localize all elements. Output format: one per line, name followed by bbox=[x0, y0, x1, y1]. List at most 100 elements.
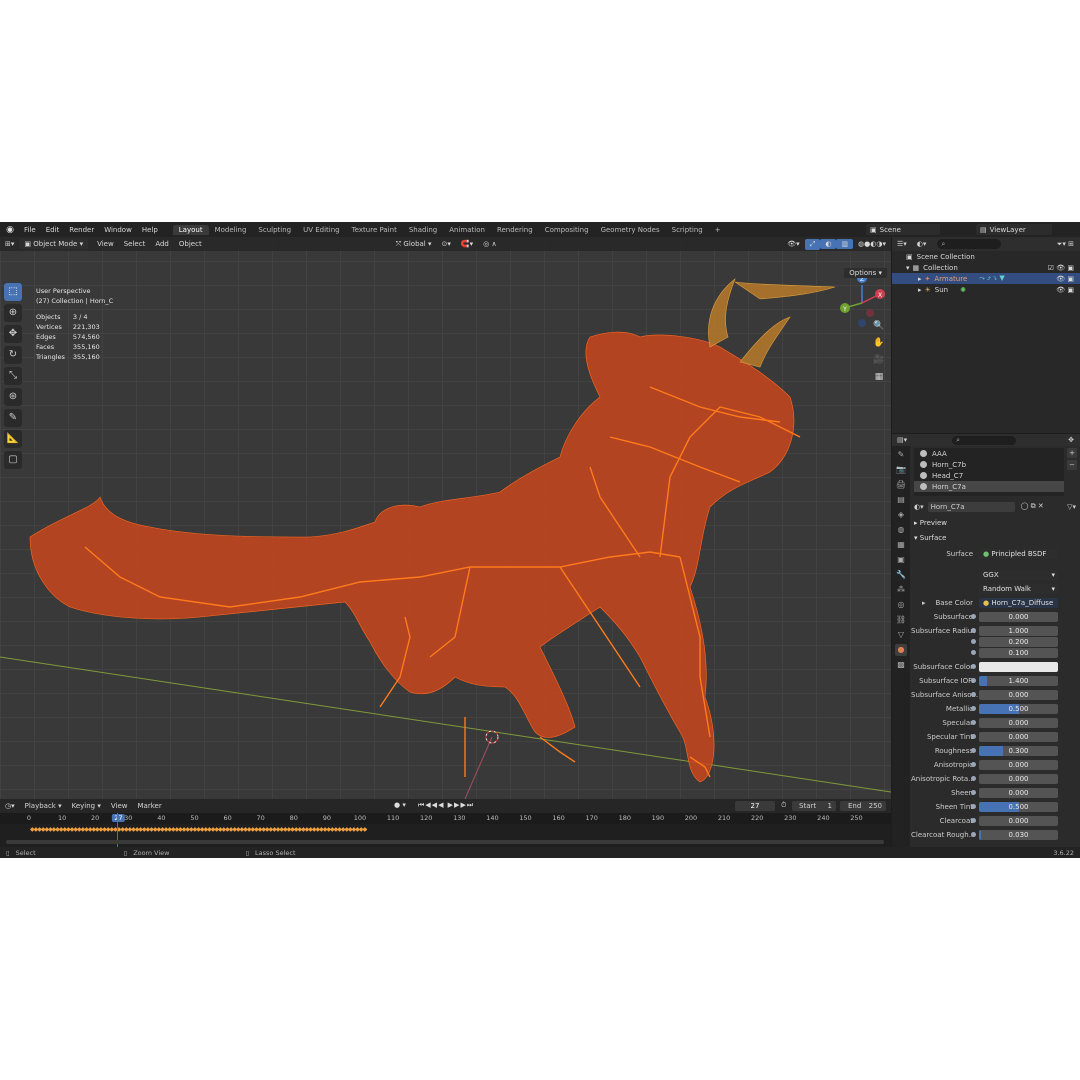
properties-panel[interactable]: ▤▾ ⌕ ✥ ✎ 📷 🖨 ▤ ◈ ◍ ▦ ▣ 🔧 ⁂ ◎ ⛓ ▽ ● ▩ AAA… bbox=[892, 434, 1080, 858]
filter-icon[interactable]: ⏷▾ ⊞ bbox=[1051, 240, 1080, 249]
modifier-tab-icon[interactable]: 🔧 bbox=[895, 569, 907, 581]
options-dropdown[interactable]: Options ▾ bbox=[844, 268, 887, 278]
menu-add[interactable]: Add bbox=[150, 239, 174, 249]
shader-input-field[interactable]: 0.100 bbox=[979, 648, 1058, 658]
timeline-editor[interactable]: ◷▾ Playback ▾ Keying ▾ View Marker ● ▾ ⏮… bbox=[0, 799, 891, 847]
keyframe-dot-icon[interactable] bbox=[971, 790, 976, 795]
surface-panel-header[interactable]: ▾ Surface bbox=[914, 533, 1076, 544]
stopwatch-icon[interactable]: ⏱ bbox=[781, 801, 786, 810]
keyframe-dot-icon[interactable] bbox=[971, 706, 976, 711]
menu-window[interactable]: Window bbox=[99, 226, 137, 234]
timeline-scrollbar[interactable] bbox=[6, 840, 884, 844]
constraints-tab-icon[interactable]: ⛓ bbox=[895, 614, 907, 626]
tab-shading[interactable]: Shading bbox=[403, 225, 443, 235]
collection-tab-icon[interactable]: ▦ bbox=[895, 539, 907, 551]
collapse-icon[interactable]: ▾ bbox=[906, 264, 910, 272]
measure-tool-icon[interactable]: 📐 bbox=[4, 430, 22, 448]
keyframe-dot-icon[interactable] bbox=[971, 678, 976, 683]
armature-visibility-icons[interactable]: 👁 ▣ bbox=[1056, 275, 1074, 283]
keyframe-dot-icon[interactable] bbox=[971, 818, 976, 823]
keyframe-strip[interactable]: ◆◆◆◆◆◆◆◆◆◆◆◆◆◆◆◆◆◆◆◆◆◆◆◆◆◆◆◆◆◆◆◆◆◆◆◆◆◆◆◆… bbox=[30, 826, 367, 832]
rotate-tool-icon[interactable]: ↻ bbox=[4, 346, 22, 364]
surface-shader-dropdown[interactable]: ● Principled BSDF bbox=[979, 549, 1058, 559]
shader-input-field[interactable]: 0.000 bbox=[979, 732, 1058, 742]
frame-ruler[interactable]: 0 10 20 30 40 50 60 70 80 90 100 110 120 130 140 150 160… bbox=[0, 813, 891, 824]
render-tab-icon[interactable]: 📷 bbox=[895, 464, 907, 476]
material-slot-selected[interactable]: Horn_C7a bbox=[914, 481, 1064, 492]
shader-input-field[interactable] bbox=[979, 662, 1058, 672]
object-tab-icon[interactable]: ▣ bbox=[895, 554, 907, 566]
object-data-tab-icon[interactable]: ▽ bbox=[895, 629, 907, 641]
blender-logo-icon[interactable]: ◉ bbox=[4, 224, 16, 236]
playback-controls-icon[interactable]: ⏮◀◀◀ ▶▶▶⏭ bbox=[418, 801, 474, 810]
gizmo-toggle-icon[interactable]: ⤢ bbox=[804, 238, 821, 250]
shader-input-field[interactable]: 1.000 bbox=[979, 626, 1058, 636]
world-tab-icon[interactable]: ◍ bbox=[895, 524, 907, 536]
pivot-icon[interactable]: ⊙▾ bbox=[437, 239, 456, 249]
tool-tab-icon[interactable]: ✎ bbox=[895, 449, 907, 461]
tab-rendering[interactable]: Rendering bbox=[491, 225, 539, 235]
select-box-tool-icon[interactable]: ⬚ bbox=[4, 283, 22, 301]
outliner-collection[interactable]: ▾ ▦ Collection ☑ 👁 ▣ bbox=[892, 262, 1080, 273]
shader-input-field[interactable]: 0.000 bbox=[979, 690, 1058, 700]
shader-input-field[interactable]: 0.000 bbox=[979, 788, 1058, 798]
menu-playback[interactable]: Playback ▾ bbox=[20, 802, 67, 810]
material-datablock[interactable]: ◐▾ Horn_C7a ◯ ⧉ ✕ ▽▾ bbox=[914, 501, 1076, 512]
current-frame-field[interactable]: 27 bbox=[735, 801, 775, 811]
keyframe-dot-icon[interactable] bbox=[971, 639, 976, 644]
outliner-scene-collection[interactable]: ▣ Scene Collection bbox=[892, 251, 1080, 262]
expand-icon[interactable]: ▸ bbox=[922, 599, 926, 607]
menu-timeline-view[interactable]: View bbox=[106, 802, 133, 810]
outliner-panel[interactable]: ☰▾ ◐▾ ⌕ ⏷▾ ⊞ ▣ Scene Collection ▾ ▦ Coll… bbox=[892, 237, 1080, 433]
keyframe-dot-icon[interactable] bbox=[971, 614, 976, 619]
shader-input-field[interactable]: 0.500 bbox=[979, 802, 1058, 812]
view-layer-selector[interactable]: ▤ ViewLayer bbox=[976, 224, 1052, 235]
snap-icon[interactable]: 🧲▾ bbox=[456, 239, 478, 249]
add-cube-tool-icon[interactable]: ▢ bbox=[4, 451, 22, 469]
start-frame-field[interactable]: Start 1 bbox=[792, 801, 836, 811]
keyframe-dot-icon[interactable] bbox=[971, 720, 976, 725]
scene-tab-icon[interactable]: ◈ bbox=[895, 509, 907, 521]
menu-help[interactable]: Help bbox=[137, 226, 163, 234]
cursor-tool-icon[interactable]: ⊕ bbox=[4, 304, 22, 322]
tab-modeling[interactable]: Modeling bbox=[209, 225, 253, 235]
expand-icon[interactable]: ▸ bbox=[918, 275, 922, 283]
shader-input-field[interactable]: 0.300 bbox=[979, 746, 1058, 756]
tab-uv-editing[interactable]: UV Editing bbox=[297, 225, 346, 235]
particles-tab-icon[interactable]: ⁂ bbox=[895, 584, 907, 596]
keyframe-dot-icon[interactable] bbox=[971, 762, 976, 767]
mode-dropdown[interactable]: ▣ Object Mode ▾ bbox=[19, 239, 89, 249]
menu-edit[interactable]: Edit bbox=[41, 226, 65, 234]
material-slot[interactable]: Horn_C7b bbox=[914, 459, 1064, 470]
material-slot[interactable]: AAA bbox=[914, 448, 1064, 459]
tab-scripting[interactable]: Scripting bbox=[666, 225, 709, 235]
material-slot[interactable]: Head_C7 bbox=[914, 470, 1064, 481]
material-tab-icon[interactable]: ● bbox=[895, 644, 907, 656]
shader-input-field[interactable]: 0.030 bbox=[979, 830, 1058, 840]
tab-geometry-nodes[interactable]: Geometry Nodes bbox=[595, 225, 666, 235]
keyframe-dot-icon[interactable] bbox=[971, 804, 976, 809]
ortho-toggle-icon[interactable]: ▦ bbox=[872, 370, 886, 384]
keyframe-dot-icon[interactable] bbox=[971, 664, 976, 669]
distribution-dropdown[interactable]: GGX ▾ bbox=[979, 570, 1058, 580]
view-layer-tab-icon[interactable]: ▤ bbox=[895, 494, 907, 506]
outliner-editor-type-icon[interactable]: ☰▾ bbox=[892, 240, 912, 248]
tab-layout[interactable]: Layout bbox=[172, 224, 209, 235]
modifier-icons[interactable]: ⤳ ⤴ ⤵ ▼ bbox=[979, 274, 1005, 283]
visibility-icon[interactable]: 👁▾ bbox=[782, 239, 804, 249]
subsurface-method-dropdown[interactable]: Random Walk ▾ bbox=[979, 584, 1058, 594]
material-actions-icon[interactable]: ◯ ⧉ ✕ bbox=[1021, 502, 1044, 511]
keyframe-dot-icon[interactable] bbox=[971, 628, 976, 633]
keyframe-dot-icon[interactable] bbox=[971, 832, 976, 837]
physics-tab-icon[interactable]: ◎ bbox=[895, 599, 907, 611]
editor-type-icon[interactable]: ⊞▾ bbox=[0, 239, 19, 249]
material-browse-icon[interactable]: ◐▾ bbox=[914, 503, 924, 511]
shader-input-field[interactable]: 0.500 bbox=[979, 704, 1058, 714]
expand-icon[interactable]: ▸ bbox=[918, 286, 922, 294]
keyframe-dot-icon[interactable] bbox=[971, 650, 976, 655]
scale-tool-icon[interactable]: ⤡ bbox=[4, 367, 22, 385]
shading-modes-icon[interactable]: ◍●◐◑▾ bbox=[853, 239, 891, 249]
material-name-field[interactable]: Horn_C7a bbox=[927, 501, 1015, 512]
keyframe-dot-icon[interactable] bbox=[971, 734, 976, 739]
menu-file[interactable]: File bbox=[19, 226, 41, 234]
